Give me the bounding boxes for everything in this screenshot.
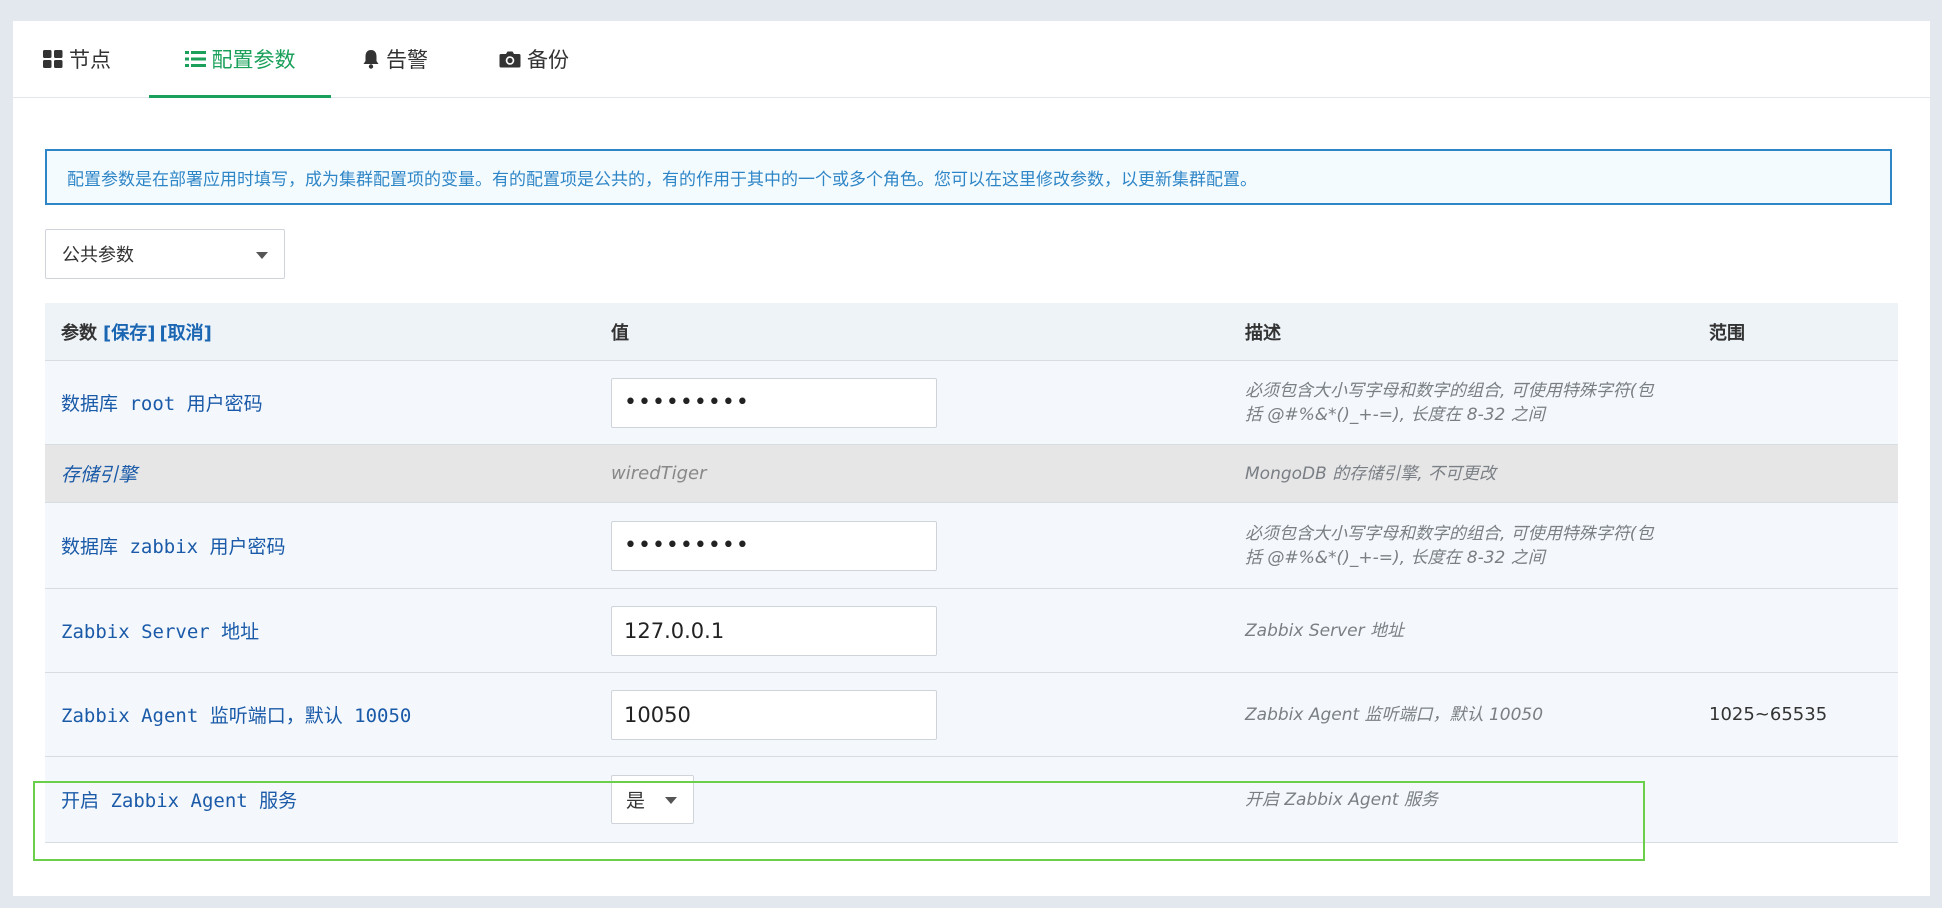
tab-label: 备份: [527, 48, 569, 72]
caret-down-icon: [256, 252, 268, 259]
table-row: 数据库 root 用户密码 ••••••••• 必须包含大小写字母和数字的组合,…: [45, 361, 1898, 445]
config-panel: 节点 配置参数 告警 备份 配置参数是在部署应用时填写，成为集群配置项的变量。有…: [13, 21, 1930, 896]
header-value: 值: [611, 322, 629, 344]
tab-config-params[interactable]: 配置参数: [149, 21, 331, 98]
header-desc: 描述: [1245, 322, 1281, 344]
password-input[interactable]: •••••••••: [611, 377, 937, 428]
agent-port-input[interactable]: 10050: [611, 689, 937, 740]
tab-label: 告警: [386, 48, 428, 72]
param-range: 1025~65535: [1709, 704, 1828, 725]
cancel-link[interactable]: [取消]: [159, 319, 211, 345]
tab-nodes[interactable]: 节点: [43, 21, 111, 97]
param-value-readonly: wiredTiger: [611, 463, 707, 484]
list-icon: [184, 51, 206, 67]
password-input[interactable]: •••••••••: [611, 520, 937, 571]
active-tab-indicator: [149, 95, 331, 98]
grid-icon: [43, 50, 63, 68]
scope-select-value: 公共参数: [62, 245, 134, 266]
agent-enable-value: 是: [626, 790, 646, 812]
tab-backup[interactable]: 备份: [499, 21, 569, 97]
param-desc: MongoDB 的存储引擎, 不可更改: [1245, 463, 1496, 484]
param-name: 存储引擎: [61, 464, 138, 486]
param-name: 开启 Zabbix Agent 服务: [61, 790, 298, 812]
param-desc: 必须包含大小写字母和数字的组合, 可使用特殊字符(包括 @#%&*()_+-=)…: [1245, 380, 1654, 425]
param-desc: Zabbix Server 地址: [1245, 620, 1404, 641]
param-desc: Zabbix Agent 监听端口，默认 10050: [1245, 704, 1544, 725]
param-name: 数据库 root 用户密码: [61, 393, 263, 415]
info-alert: 配置参数是在部署应用时填写，成为集群配置项的变量。有的配置项是公共的，有的作用于…: [45, 149, 1892, 205]
param-desc: 开启 Zabbix Agent 服务: [1245, 789, 1438, 810]
table-header: 参数 [保存] [取消] 值 描述 范围: [45, 303, 1898, 361]
camera-icon: [499, 51, 521, 67]
table-row: Zabbix Agent 监听端口，默认 10050 10050 Zabbix …: [45, 673, 1898, 757]
param-name: Zabbix Server 地址: [61, 621, 260, 643]
scope-select[interactable]: 公共参数: [45, 229, 285, 279]
save-link[interactable]: [保存]: [103, 319, 155, 345]
server-address-input[interactable]: 127.0.0.1: [611, 605, 937, 656]
header-range: 范围: [1709, 322, 1745, 344]
table-row: 数据库 zabbix 用户密码 ••••••••• 必须包含大小写字母和数字的组…: [45, 503, 1898, 589]
table-row: 存储引擎 wiredTiger MongoDB 的存储引擎, 不可更改: [45, 445, 1898, 503]
param-name: 数据库 zabbix 用户密码: [61, 536, 286, 558]
agent-enable-select[interactable]: 是: [611, 775, 694, 824]
table-row: 开启 Zabbix Agent 服务 是 开启 Zabbix Agent 服务: [45, 757, 1898, 843]
tab-bar: 节点 配置参数 告警 备份: [13, 21, 1930, 98]
param-desc: 必须包含大小写字母和数字的组合, 可使用特殊字符(包括 @#%&*()_+-=)…: [1245, 523, 1654, 568]
header-param-cell: 参数 [保存] [取消]: [61, 303, 212, 360]
tab-label: 配置参数: [211, 48, 296, 72]
info-text: 配置参数是在部署应用时填写，成为集群配置项的变量。有的配置项是公共的，有的作用于…: [67, 169, 1257, 190]
header-param: 参数: [61, 322, 97, 344]
tab-alerts[interactable]: 告警: [362, 21, 428, 97]
param-name: Zabbix Agent 监听端口，默认 10050: [61, 705, 412, 727]
tab-label: 节点: [69, 48, 111, 72]
table-row: Zabbix Server 地址 127.0.0.1 Zabbix Server…: [45, 589, 1898, 673]
bell-icon: [363, 50, 379, 69]
caret-down-icon: [665, 797, 677, 804]
